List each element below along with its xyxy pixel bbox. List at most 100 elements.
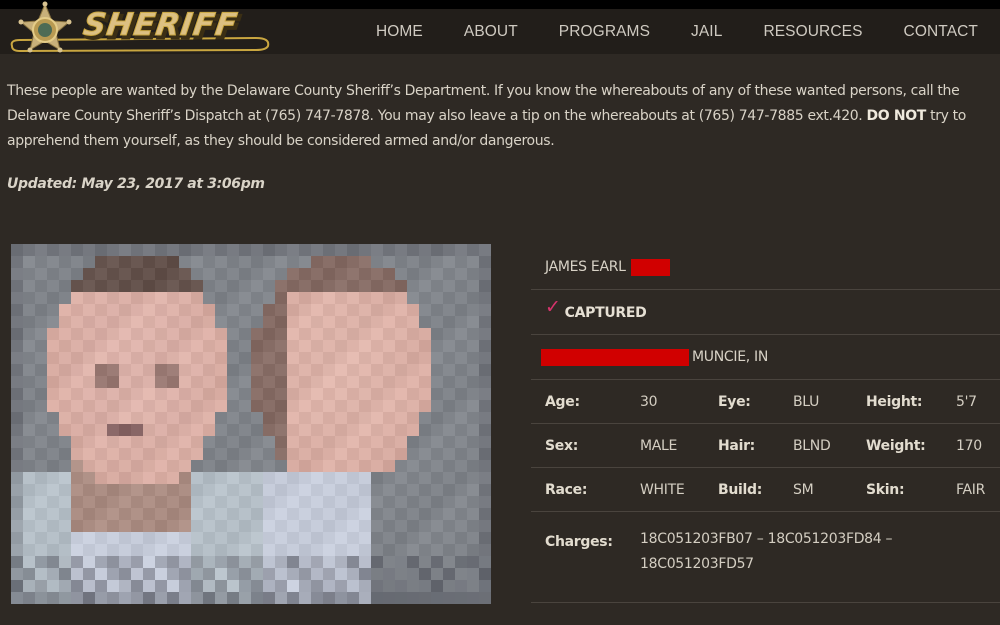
pixel-block xyxy=(227,568,239,580)
pixel-block xyxy=(263,412,275,424)
pixel-block xyxy=(467,340,479,352)
pixel-block xyxy=(371,556,383,568)
pixel-block xyxy=(11,484,23,496)
pixel-block xyxy=(323,292,335,304)
pixel-block xyxy=(35,388,47,400)
pixel-block xyxy=(191,556,203,568)
pixel-block xyxy=(167,316,179,328)
nav-jail[interactable]: JAIL xyxy=(691,23,722,41)
pixel-block xyxy=(227,280,239,292)
pixel-block xyxy=(215,352,227,364)
pixel-block xyxy=(203,280,215,292)
pixel-block xyxy=(455,244,467,256)
pixel-block xyxy=(35,376,47,388)
pixel-block xyxy=(347,412,359,424)
pixel-block xyxy=(11,580,23,592)
pixel-block xyxy=(23,292,35,304)
pixel-block xyxy=(203,256,215,268)
pixel-block xyxy=(479,448,491,460)
pixel-block xyxy=(467,364,479,376)
pixel-block xyxy=(251,352,263,364)
pixel-block xyxy=(71,448,83,460)
pixel-block xyxy=(299,388,311,400)
pixel-block xyxy=(263,268,275,280)
pixel-block xyxy=(59,496,71,508)
pixel-block xyxy=(299,544,311,556)
pixel-block xyxy=(359,544,371,556)
pixel-block xyxy=(251,388,263,400)
nav-programs[interactable]: PROGRAMS xyxy=(559,23,650,41)
pixel-block xyxy=(239,568,251,580)
pixel-block xyxy=(155,304,167,316)
pixel-block xyxy=(419,412,431,424)
pixel-block xyxy=(35,556,47,568)
pixel-block xyxy=(59,388,71,400)
pixel-block xyxy=(263,532,275,544)
pixel-block xyxy=(155,280,167,292)
pixel-block xyxy=(323,388,335,400)
nav-home[interactable]: HOME xyxy=(376,23,423,41)
pixel-block xyxy=(131,448,143,460)
pixel-block xyxy=(287,520,299,532)
pixel-block xyxy=(287,244,299,256)
pixel-block xyxy=(251,460,263,472)
pixel-block xyxy=(23,340,35,352)
pixel-block xyxy=(419,592,431,604)
nav-contact[interactable]: CONTACT xyxy=(904,23,978,41)
pixel-block xyxy=(95,580,107,592)
pixel-block xyxy=(191,412,203,424)
pixel-block xyxy=(95,508,107,520)
pixel-block xyxy=(227,436,239,448)
pixel-block xyxy=(251,496,263,508)
pixel-block xyxy=(383,412,395,424)
pixel-block xyxy=(131,256,143,268)
pixel-block xyxy=(395,568,407,580)
pixelated-image xyxy=(11,244,491,604)
pixel-block xyxy=(119,280,131,292)
pixel-block xyxy=(119,436,131,448)
pixel-block xyxy=(155,328,167,340)
pixel-block xyxy=(359,316,371,328)
pixel-block xyxy=(467,376,479,388)
pixel-block xyxy=(179,244,191,256)
nav-resources[interactable]: RESOURCES xyxy=(763,23,862,41)
pixel-block xyxy=(35,436,47,448)
pixel-block xyxy=(311,496,323,508)
pixel-block xyxy=(143,436,155,448)
pixel-block xyxy=(239,556,251,568)
pixel-block xyxy=(95,496,107,508)
pixel-block xyxy=(11,268,23,280)
pixel-block xyxy=(23,352,35,364)
person-details: JAMES EARL ✓ CAPTURED MUNCIE, IN Age: 30… xyxy=(531,245,1000,603)
charges-label: Charges: xyxy=(545,534,613,550)
pixel-block xyxy=(323,244,335,256)
pixel-block xyxy=(23,448,35,460)
pixel-block xyxy=(395,508,407,520)
pixel-block xyxy=(431,292,443,304)
pixel-block xyxy=(119,292,131,304)
pixel-block xyxy=(239,292,251,304)
pixel-block xyxy=(323,436,335,448)
pixel-block xyxy=(407,544,419,556)
pixel-block xyxy=(155,580,167,592)
pixel-block xyxy=(59,520,71,532)
pixel-block xyxy=(431,412,443,424)
pixel-block xyxy=(443,556,455,568)
sheriff-logo[interactable]: SHERIFF SHERIFF xyxy=(6,0,276,54)
pixel-block xyxy=(359,244,371,256)
pixel-block xyxy=(215,292,227,304)
pixel-block xyxy=(275,400,287,412)
pixel-block xyxy=(383,280,395,292)
nav-about[interactable]: ABOUT xyxy=(464,23,518,41)
pixel-block xyxy=(191,256,203,268)
pixel-block xyxy=(23,388,35,400)
pixel-block xyxy=(131,436,143,448)
pixel-block xyxy=(119,400,131,412)
pixel-block xyxy=(287,496,299,508)
pixel-block xyxy=(227,496,239,508)
pixel-block xyxy=(11,316,23,328)
pixel-block xyxy=(131,292,143,304)
pixel-block xyxy=(143,376,155,388)
pixel-block xyxy=(35,544,47,556)
pixel-block xyxy=(167,304,179,316)
